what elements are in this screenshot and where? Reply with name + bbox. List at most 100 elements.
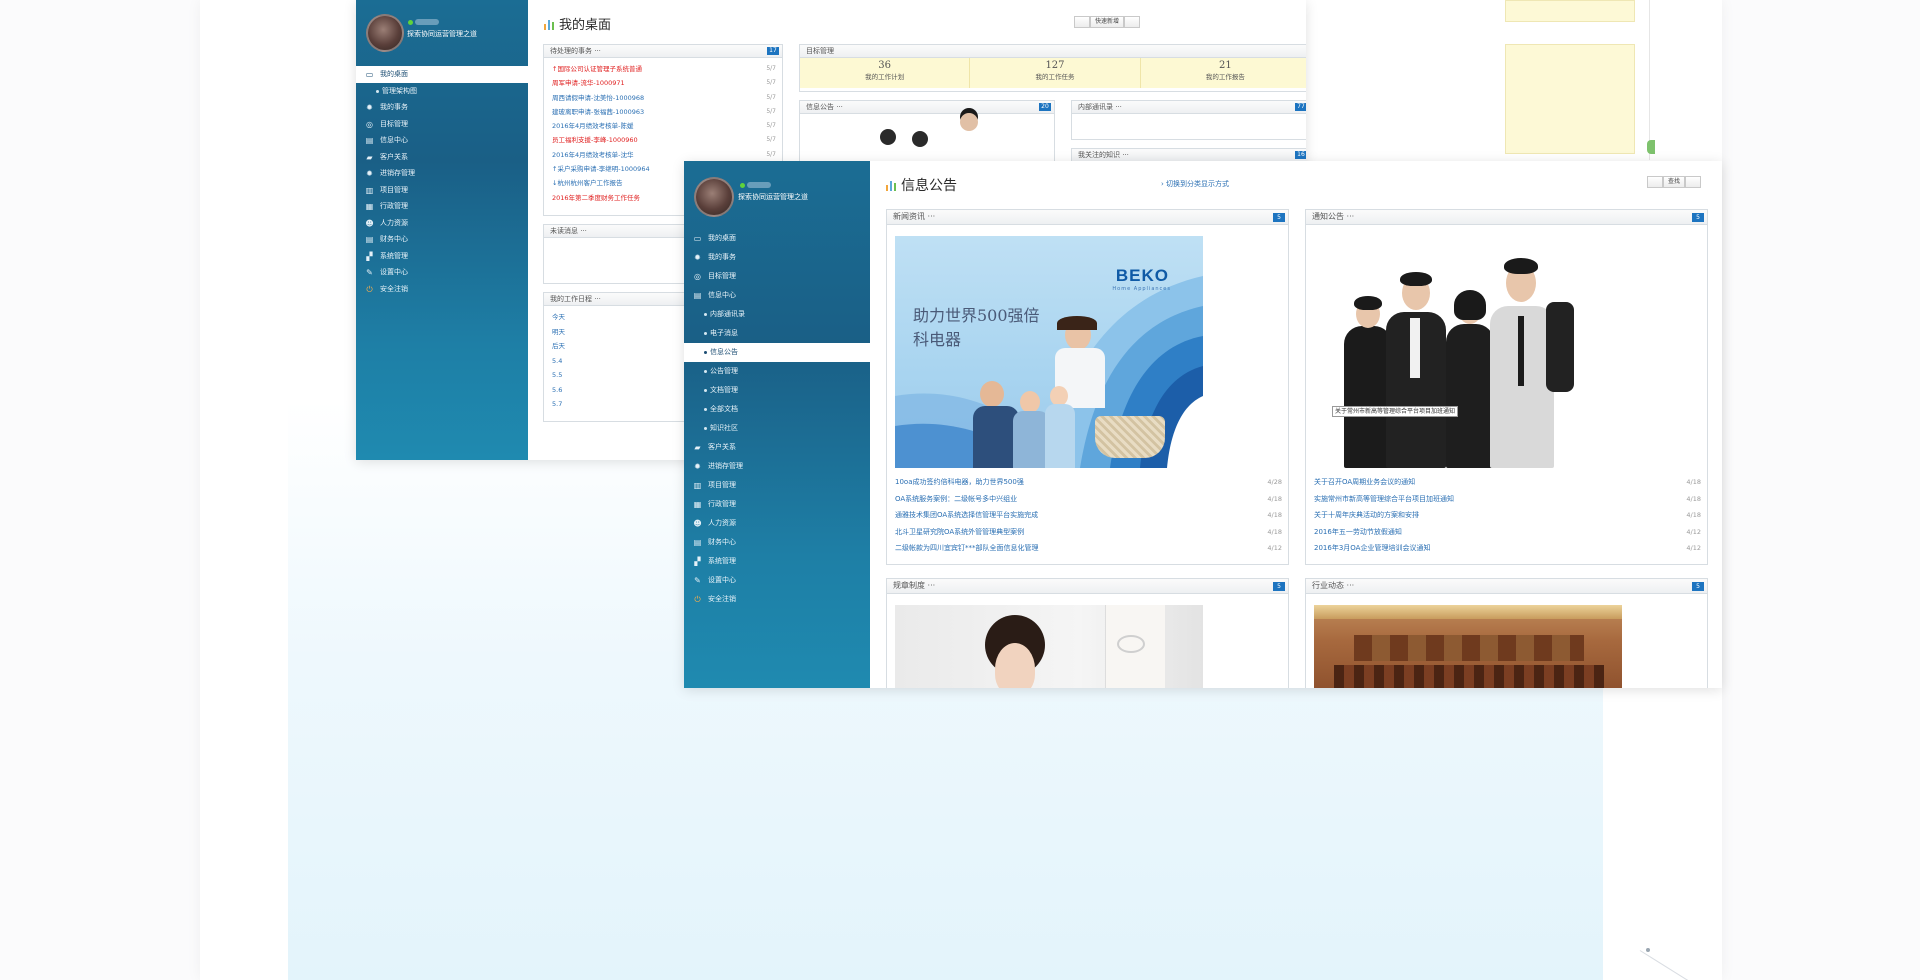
sidebar-item-sub-1[interactable]: 管理架构图 <box>356 83 528 100</box>
goal-stat[interactable]: 36 我的工作计划 <box>800 58 971 88</box>
sidebar-item-target-3[interactable]: ◎ 目标管理 <box>356 116 528 133</box>
sidebar-item-sub-9[interactable]: 全部文档 <box>684 400 870 419</box>
user-profile[interactable]: 探索协同运营管理之道 <box>356 0 528 66</box>
sidebar-item-monitor-0[interactable]: ▭ 我的桌面 <box>684 229 870 248</box>
sidebar-item-finance-10[interactable]: ▤ 财务中心 <box>356 231 528 248</box>
todo-item[interactable]: 建玻离职申请-张福茜-1000963 5/7 <box>544 105 782 119</box>
sidebar-item-wrench-18[interactable]: ✎ 设置中心 <box>684 571 870 590</box>
sidebar-item-info-4[interactable]: ▤ 信息中心 <box>356 132 528 149</box>
rules-header[interactable]: 规章制度 ··· <box>893 581 935 590</box>
industry-featured-image[interactable] <box>1314 605 1622 688</box>
sidebar-item-gear-6[interactable]: ✹ 进销存管理 <box>356 165 528 182</box>
sidebar-item-gear-12[interactable]: ✹ 进销存管理 <box>684 457 870 476</box>
sidebar-item-project-13[interactable]: ▥ 项目管理 <box>684 476 870 495</box>
goal-stats: 36 我的工作计划 127 我的工作任务 21 我的工作报告 <box>800 58 1306 88</box>
sidebar-item-wrench-12[interactable]: ✎ 设置中心 <box>356 264 528 281</box>
goal-stat-value: 36 <box>878 60 892 71</box>
sidebar-item-gear-2[interactable]: ✹ 我的事务 <box>356 99 528 116</box>
todo-item[interactable]: 周西请假申请-沈美怡-1000968 5/7 <box>544 91 782 105</box>
todo-item[interactable]: 周军申请-流华-1000971 5/7 <box>544 76 782 90</box>
project-icon: ▥ <box>365 185 374 195</box>
goal-stat[interactable]: 21 我的工作报告 <box>1141 58 1306 88</box>
news-list-item[interactable]: 2016年3月OA企业管理培训会议通知 4/12 <box>1306 540 1707 557</box>
todo-item[interactable]: 2016年4月绩效考核单-沈华 5/7 <box>544 148 782 162</box>
sidebar-item-monitor-0[interactable]: ▭ 我的桌面 <box>356 66 528 83</box>
sidebar-item-label: 文档管理 <box>710 386 738 394</box>
target-icon: ◎ <box>366 119 373 129</box>
news-header[interactable]: 新闻资讯 ··· <box>893 212 935 221</box>
toolbar-left-button[interactable] <box>1647 176 1663 188</box>
rules-featured-image[interactable] <box>895 605 1203 688</box>
todo-item[interactable]: 2016年4月绩效考核单-陈媛 5/7 <box>544 119 782 133</box>
news-item-title: 通雅技术集团OA系统选择信管理平台实施完成 <box>895 511 1039 520</box>
todo-item-date: 5/7 <box>766 122 776 130</box>
notice-featured-image[interactable]: 关于常州市新高等管理综合平台项目加班通知 <box>1314 236 1622 468</box>
news-list-item[interactable]: 关于十周年庆典活动的方案和安排 4/18 <box>1306 507 1707 524</box>
sidebar-item-sub-10[interactable]: 知识社区 <box>684 419 870 438</box>
admin-icon: ▦ <box>693 500 702 509</box>
news-featured-image[interactable]: BEKO Home Appliances 助力世界500强倍科电器 <box>895 236 1203 468</box>
news-list-item[interactable]: 实施常州市新高等管理综合平台项目加班通知 4/18 <box>1306 491 1707 508</box>
avatar[interactable] <box>366 14 404 52</box>
sidebar-item-folder-11[interactable]: ▰ 客户关系 <box>684 438 870 457</box>
system-icon: ▞ <box>694 557 701 566</box>
news-list-item[interactable]: 2016年五一劳动节放假通知 4/12 <box>1306 524 1707 541</box>
news-list-item[interactable]: 通雅技术集团OA系统选择信管理平台实施完成 4/18 <box>887 507 1288 524</box>
news-item-date: 4/12 <box>1267 544 1282 553</box>
todo-item[interactable]: ↑国际公司认证管理子系统普通 5/7 <box>544 62 782 76</box>
sidebar-item-label: 项目管理 <box>708 481 736 489</box>
system-icon: ▞ <box>366 251 373 261</box>
sidebar-item-power-19[interactable]: ⏻ 安全注销 <box>684 590 870 609</box>
news-item-title: 2016年五一劳动节放假通知 <box>1314 527 1402 536</box>
sidebar-item-sub-5[interactable]: 电子消息 <box>684 324 870 343</box>
toolbar-right-button[interactable] <box>1124 16 1141 28</box>
sidebar-item-gear-1[interactable]: ✹ 我的事务 <box>684 248 870 267</box>
news-item-title: OA系统服务案例：二级帐号多中兴组业 <box>895 494 1018 503</box>
unread-header[interactable]: 未读消息 ··· <box>550 227 587 235</box>
news-list-item[interactable]: 10oa成功签约倍科电器，助力世界500强 4/28 <box>887 474 1288 491</box>
sidebar-item-sub-8[interactable]: 文档管理 <box>684 381 870 400</box>
news-list-item[interactable]: 关于召开OA周期业务会议的通知 4/18 <box>1306 474 1707 491</box>
todo-item-date: 5/7 <box>766 93 776 101</box>
sidebar-item-project-7[interactable]: ▥ 项目管理 <box>356 182 528 199</box>
sidebar-item-power-13[interactable]: ⏻ 安全注销 <box>356 281 528 298</box>
sidebar-item-target-2[interactable]: ◎ 目标管理 <box>684 267 870 286</box>
sidebar-item-system-11[interactable]: ▞ 系统管理 <box>356 248 528 265</box>
news-count-badge: 5 <box>1273 213 1285 222</box>
notice-header[interactable]: 通知公告 ··· <box>1312 212 1354 221</box>
knowledge-header[interactable]: 我关注的知识 ··· <box>1078 151 1129 159</box>
sidebar-item-admin-8[interactable]: ▦ 行政管理 <box>356 198 528 215</box>
sidebar-item-sub-7[interactable]: 公告管理 <box>684 362 870 381</box>
sidebar-item-finance-16[interactable]: ▤ 财务中心 <box>684 533 870 552</box>
sidebar-item-admin-14[interactable]: ▦ 行政管理 <box>684 495 870 514</box>
industry-header[interactable]: 行业动态 ··· <box>1312 581 1354 590</box>
todo-header[interactable]: 待处理的事务 ··· <box>550 47 601 55</box>
search-button[interactable]: 查找 <box>1663 176 1686 188</box>
sidebar-item-label: 项目管理 <box>380 185 408 194</box>
news-item-date: 4/18 <box>1686 494 1701 503</box>
sidebar-item-info-3[interactable]: ▤ 信息中心 <box>684 286 870 305</box>
sidebar-item-people-9[interactable]: ☻ 人力资源 <box>356 215 528 232</box>
info-header[interactable]: 信息公告 ··· <box>806 103 843 111</box>
goal-stat[interactable]: 127 我的工作任务 <box>970 58 1141 88</box>
goal-stat-value: 21 <box>1218 60 1232 71</box>
sidebar-item-system-17[interactable]: ▞ 系统管理 <box>684 552 870 571</box>
sidebar-item-sub-6[interactable]: 信息公告 <box>684 343 870 362</box>
toolbar-right-button[interactable] <box>1685 176 1702 188</box>
sidebar-item-label: 电子消息 <box>710 329 738 337</box>
sidebar-item-people-15[interactable]: ☻ 人力资源 <box>684 514 870 533</box>
target-icon: ◎ <box>694 272 701 281</box>
main-content: 信息公告 › 切换到分类显示方式 查找 新闻资讯 ··· 5 BEKO Home… <box>870 161 1722 688</box>
sidebar-item-sub-4[interactable]: 内部通讯录 <box>684 305 870 324</box>
switch-display-link[interactable]: › 切换到分类显示方式 <box>1161 179 1229 189</box>
quick-add-button[interactable]: 快速新增 <box>1090 16 1125 28</box>
news-list-item[interactable]: 二级帐款为四川宜宾钉***部队全面信息化管理 4/12 <box>887 540 1288 557</box>
toolbar-left-button[interactable] <box>1074 16 1090 28</box>
schedule-header[interactable]: 我的工作日程 ··· <box>550 295 601 303</box>
news-list-item[interactable]: 北斗卫星研究院OA系统外管管理典型案例 4/18 <box>887 524 1288 541</box>
sidebar-item-folder-5[interactable]: ▰ 客户关系 <box>356 149 528 166</box>
todo-item[interactable]: 员工福利支援-李峰-1000960 5/7 <box>544 133 782 147</box>
contacts-header[interactable]: 内部通讯录 ··· <box>1078 103 1122 111</box>
news-list-item[interactable]: OA系统服务案例：二级帐号多中兴组业 4/18 <box>887 491 1288 508</box>
notice-panel: 通知公告 ··· 5 关于常州市新高等管理综合平台项目加班通知 关于召开OA周期… <box>1305 209 1708 565</box>
